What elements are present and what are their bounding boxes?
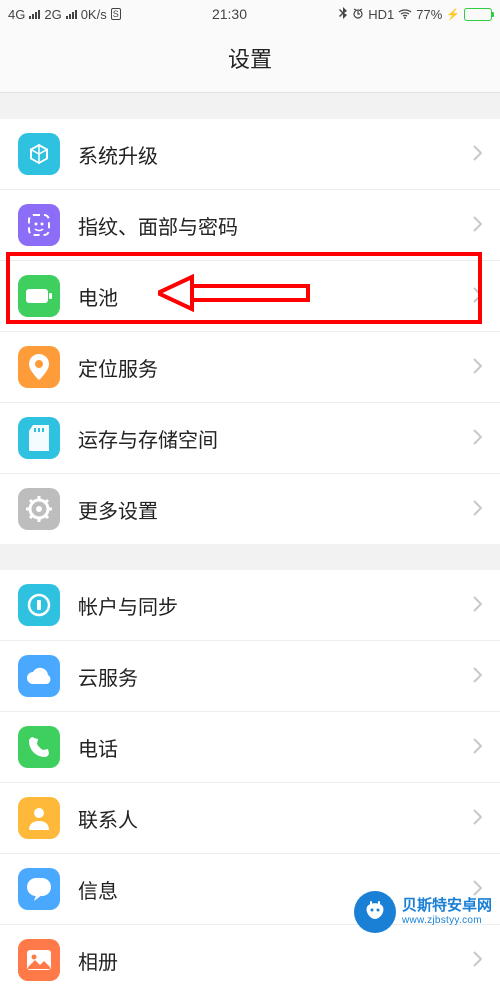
- charging-icon: ⚡: [446, 8, 460, 21]
- item-label: 联系人: [78, 804, 472, 833]
- alarm-icon: [352, 7, 364, 22]
- status-time: 21:30: [212, 6, 247, 22]
- settings-item-gallery[interactable]: 相册: [0, 925, 500, 995]
- watermark-title: 贝斯特安卓网: [402, 898, 492, 915]
- settings-item-battery[interactable]: 电池: [0, 261, 500, 332]
- status-bar: 4G 2G 0K/s S 21:30 HD1 77% ⚡: [0, 0, 500, 28]
- signal-bars-2: [66, 9, 77, 19]
- item-label: 电话: [78, 733, 472, 762]
- section-gap: [0, 544, 500, 570]
- item-label: 系统升级: [78, 140, 472, 169]
- settings-item-location[interactable]: 定位服务: [0, 332, 500, 403]
- chevron-right-icon: [472, 354, 482, 380]
- section-gap: [0, 93, 500, 119]
- battery-icon: [464, 8, 492, 21]
- network-4g: 4G: [8, 7, 25, 22]
- page-header: 设置: [0, 28, 500, 93]
- settings-item-system-upgrade[interactable]: 系统升级: [0, 119, 500, 190]
- hd-audio: HD1: [368, 7, 394, 22]
- cube-icon: [18, 133, 60, 175]
- item-label: 运存与存储空间: [78, 424, 472, 453]
- item-label: 更多设置: [78, 495, 472, 524]
- page-title: 设置: [0, 42, 500, 74]
- phone-icon: [18, 726, 60, 768]
- chevron-right-icon: [472, 734, 482, 760]
- settings-item-storage[interactable]: 运存与存储空间: [0, 403, 500, 474]
- item-label: 定位服务: [78, 353, 472, 382]
- face-icon: [18, 204, 60, 246]
- chevron-right-icon: [472, 947, 482, 973]
- chevron-right-icon: [472, 805, 482, 831]
- wifi-icon: [398, 7, 412, 22]
- battery-icon: [18, 275, 60, 317]
- chevron-right-icon: [472, 141, 482, 167]
- chevron-right-icon: [472, 283, 482, 309]
- chevron-right-icon: [472, 663, 482, 689]
- pin-icon: [18, 346, 60, 388]
- item-label: 电池: [78, 282, 472, 311]
- chevron-right-icon: [472, 496, 482, 522]
- watermark: 贝斯特安卓网 www.zjbstyy.com: [354, 891, 492, 933]
- item-label: 指纹、面部与密码: [78, 211, 472, 240]
- msg-icon: [18, 868, 60, 910]
- status-left: 4G 2G 0K/s S: [8, 7, 121, 22]
- chevron-right-icon: [472, 592, 482, 618]
- settings-group: 系统升级指纹、面部与密码电池定位服务运存与存储空间更多设置: [0, 119, 500, 544]
- net-speed: 0K/s: [81, 7, 107, 22]
- item-label: 云服务: [78, 662, 472, 691]
- settings-item-cloud[interactable]: 云服务: [0, 641, 500, 712]
- sync-icon: [18, 584, 60, 626]
- settings-item-biometrics[interactable]: 指纹、面部与密码: [0, 190, 500, 261]
- item-label: 相册: [78, 946, 472, 975]
- watermark-url: www.zjbstyy.com: [402, 915, 492, 926]
- status-right: HD1 77% ⚡: [338, 7, 492, 22]
- item-label: 帐户与同步: [78, 591, 472, 620]
- photo-icon: [18, 939, 60, 981]
- chevron-right-icon: [472, 425, 482, 451]
- settings-item-contacts[interactable]: 联系人: [0, 783, 500, 854]
- person-icon: [18, 797, 60, 839]
- watermark-logo-icon: [354, 891, 396, 933]
- chevron-right-icon: [472, 212, 482, 238]
- network-2g: 2G: [44, 7, 61, 22]
- sim-icon: S: [111, 8, 121, 20]
- bluetooth-icon: [338, 7, 348, 22]
- settings-item-more[interactable]: 更多设置: [0, 474, 500, 544]
- gear-icon: [18, 488, 60, 530]
- signal-bars-1: [29, 9, 40, 19]
- sd-icon: [18, 417, 60, 459]
- settings-item-account-sync[interactable]: 帐户与同步: [0, 570, 500, 641]
- watermark-text: 贝斯特安卓网 www.zjbstyy.com: [402, 898, 492, 926]
- cloud-icon: [18, 655, 60, 697]
- settings-item-phone[interactable]: 电话: [0, 712, 500, 783]
- battery-pct: 77%: [416, 7, 442, 22]
